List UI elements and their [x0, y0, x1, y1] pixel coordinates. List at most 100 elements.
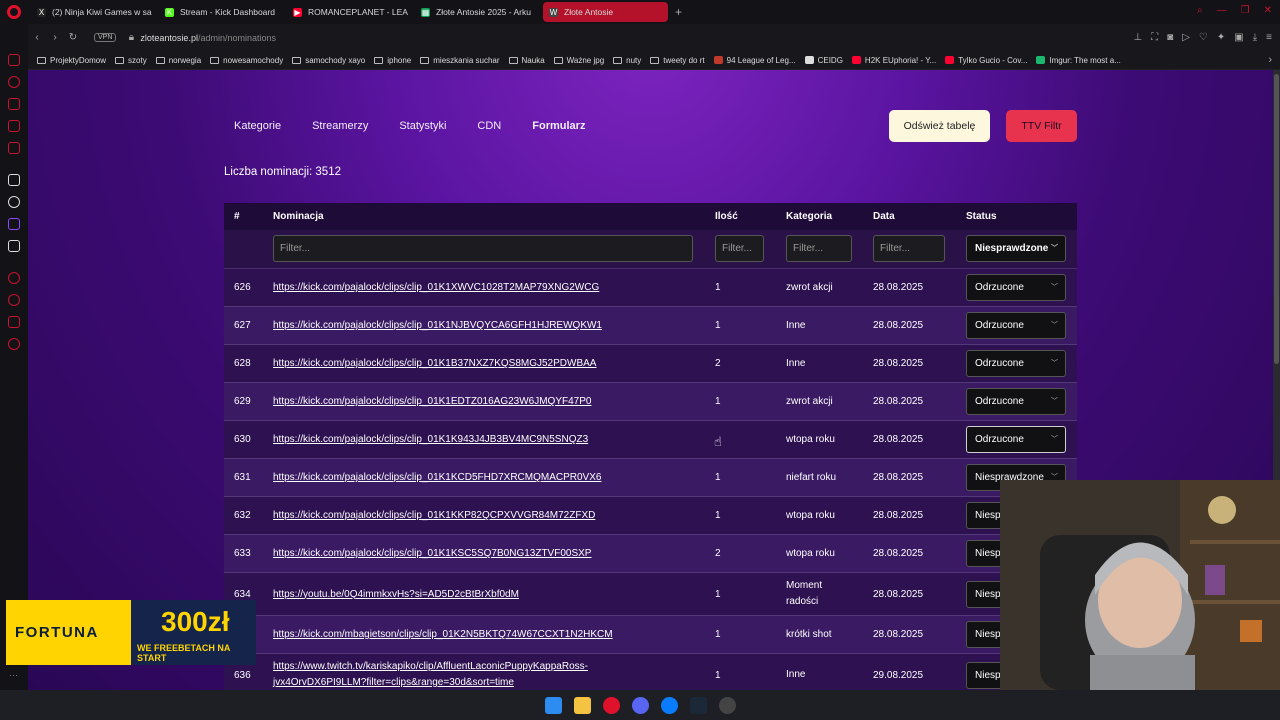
refresh-table-button[interactable]: Odśwież tabelę — [889, 110, 990, 142]
sidebar-more-icon[interactable]: ··· — [9, 670, 18, 680]
bookmark-item[interactable]: ProjektyDomow — [37, 56, 106, 65]
col-date-header[interactable]: Data — [873, 211, 895, 222]
nomination-link[interactable]: https://youtu.be/0Q4immkxvHs?si=AD5D2cBt… — [273, 589, 519, 600]
status-filter-select[interactable]: Niesprawdzone ﹀ — [966, 235, 1066, 262]
reload-icon[interactable]: ↻ — [64, 32, 82, 43]
sidebar-app-icon[interactable] — [8, 54, 20, 66]
sidebar-clock-icon[interactable] — [8, 294, 20, 306]
nomination-link[interactable]: https://www.twitch.tv/kariskapiko/clip/A… — [273, 659, 673, 690]
steam-icon[interactable] — [689, 696, 707, 714]
row-id: 631 — [234, 472, 251, 483]
col-category-header[interactable]: Kategoria — [786, 211, 832, 222]
discord-icon[interactable] — [631, 696, 649, 714]
bookmark-item[interactable]: H2K EUphoria! - Y... — [851, 56, 936, 65]
ttv-filter-button[interactable]: TTV Filtr — [1006, 110, 1077, 142]
bookmark-item[interactable]: CEIDG — [804, 56, 843, 65]
search-icon[interactable]: ⌕ — [1197, 5, 1203, 16]
camera-icon[interactable]: ◙ — [1167, 32, 1173, 43]
nav-link-kategorie[interactable]: Kategorie — [234, 120, 281, 132]
bookmark-item[interactable]: tweety do rt — [650, 56, 705, 65]
category-filter-input[interactable]: Filter... — [786, 235, 852, 262]
browser-tab[interactable]: K Stream - Kick Dashboard — [159, 2, 284, 22]
screenshot-icon[interactable]: ⛶ — [1151, 32, 1158, 43]
nomination-link[interactable]: https://kick.com/pajalock/clips/clip_01K… — [273, 396, 591, 407]
sidebar-media-icon[interactable] — [8, 142, 20, 154]
windows-start-icon[interactable] — [544, 696, 562, 714]
sidebar-messenger-icon[interactable] — [8, 120, 20, 132]
file-explorer-icon[interactable] — [573, 696, 591, 714]
nomination-link[interactable]: https://kick.com/pajalock/clips/clip_01K… — [273, 510, 595, 521]
sidebar-settings-icon[interactable] — [8, 338, 20, 350]
opera-logo-icon[interactable] — [7, 5, 21, 19]
scrollbar-thumb[interactable] — [1274, 74, 1279, 364]
date-filter-input[interactable]: Filter... — [873, 235, 945, 262]
nomination-link[interactable]: https://kick.com/pajalock/clips/clip_01K… — [273, 320, 602, 331]
browser-tab[interactable]: ▦ Złote Antosie 2025 - Arku — [415, 2, 540, 22]
menu-icon[interactable]: ≡ — [1266, 32, 1272, 43]
nav-link-statystyki[interactable]: Statystyki — [399, 120, 446, 132]
bookmark-item[interactable]: nowesamochody — [210, 56, 283, 65]
nomination-link[interactable]: https://kick.com/mbagietson/clips/clip_0… — [273, 629, 613, 640]
close-icon[interactable]: ✕ — [1264, 5, 1272, 16]
bookmark-item[interactable]: norwegia — [155, 56, 201, 65]
col-qty-header[interactable]: Ilość — [715, 211, 738, 222]
play-icon[interactable]: ▷ — [1182, 32, 1190, 43]
browser-tab[interactable]: X (2) Ninja Kiwi Games w sa — [31, 2, 156, 22]
status-select[interactable]: Odrzucone ﹀ — [966, 388, 1066, 415]
bookmark-item[interactable]: Imgur: The most a... — [1036, 56, 1121, 65]
maximize-icon[interactable]: ❐ — [1241, 5, 1250, 16]
status-select[interactable]: Odrzucone ﹀ — [966, 274, 1066, 301]
messenger-icon[interactable] — [660, 696, 678, 714]
back-icon[interactable]: ‹ — [28, 32, 46, 43]
nomination-link[interactable]: https://kick.com/pajalock/clips/clip_01K… — [273, 282, 599, 293]
nav-link-cdn[interactable]: CDN — [477, 120, 501, 132]
bookmark-item[interactable]: iphone — [374, 56, 411, 65]
nomination-filter-input[interactable]: Filter... — [273, 235, 693, 262]
bookmark-item[interactable]: nuty — [613, 56, 641, 65]
bookmark-item[interactable]: Nauka — [508, 56, 545, 65]
sidebar-chatgpt-icon[interactable] — [8, 196, 20, 208]
extensions-icon[interactable]: ✦ — [1217, 32, 1225, 43]
minimize-icon[interactable]: — — [1217, 5, 1227, 16]
bookmarks-overflow-icon[interactable]: › — [1268, 54, 1272, 66]
nav-link-formularz[interactable]: Formularz — [532, 120, 585, 132]
nomination-link[interactable]: https://kick.com/pajalock/clips/clip_01K… — [273, 358, 596, 369]
vpn-badge[interactable]: VPN — [94, 33, 117, 42]
nomination-link[interactable]: https://kick.com/pajalock/clips/clip_01K… — [273, 434, 588, 445]
nomination-link[interactable]: https://kick.com/pajalock/clips/clip_01K… — [273, 472, 601, 483]
sidebar-twitch-icon[interactable] — [8, 218, 20, 230]
status-select[interactable]: Odrzucone ﹀ — [966, 312, 1066, 339]
sidebar-cube-icon[interactable] — [8, 316, 20, 328]
browser-tab[interactable]: ▶ ROMANCEPLANET - LEA — [287, 2, 412, 22]
bookmark-item[interactable]: Ważne jpg — [553, 56, 604, 65]
sidebar-tracker-icon[interactable] — [8, 272, 20, 284]
bookmark-item[interactable]: mieszkania suchar — [420, 56, 500, 65]
status-select[interactable]: Odrzucone ﹀ — [966, 350, 1066, 377]
new-tab-icon[interactable]: + — [675, 5, 682, 19]
qty-filter-input[interactable]: Filter... — [715, 235, 764, 262]
wallet-icon[interactable]: ▣ — [1234, 32, 1243, 43]
browser-tab[interactable]: W Złote Antosie — [543, 2, 668, 22]
sidebar-aria-icon[interactable] — [8, 174, 20, 186]
nomination-link[interactable]: https://kick.com/pajalock/clips/clip_01K… — [273, 548, 591, 559]
nav-link-streamerzy[interactable]: Streamerzy — [312, 120, 368, 132]
url-field[interactable]: zloteantosie.pl/admin/nominations — [140, 33, 276, 43]
settings-taskbar-icon[interactable] — [718, 696, 736, 714]
pin-icon[interactable]: ⊥ — [1133, 32, 1142, 43]
col-status-header[interactable]: Status — [966, 211, 997, 222]
download-icon[interactable]: ⤓ — [1253, 32, 1257, 43]
sidebar-wallet-icon[interactable] — [8, 98, 20, 110]
row-category: Inne — [786, 669, 806, 680]
bookmark-item[interactable]: samochody xayo — [292, 56, 365, 65]
bookmark-item[interactable]: szoty — [115, 56, 147, 65]
heart-icon[interactable]: ♡ — [1199, 32, 1208, 43]
forward-icon[interactable]: › — [46, 32, 64, 43]
opera-taskbar-icon[interactable] — [602, 696, 620, 714]
bookmark-item[interactable]: Tylko Gucio - Cov... — [945, 56, 1027, 65]
col-nomination-header[interactable]: Nominacja — [273, 211, 324, 222]
bookmark-item[interactable]: 94 League of Leg... — [713, 56, 796, 65]
status-select[interactable]: Odrzucone ﹀ — [966, 426, 1066, 453]
taskbar — [0, 690, 1280, 720]
sidebar-x-icon[interactable] — [8, 240, 20, 252]
sidebar-history-icon[interactable] — [8, 76, 20, 88]
